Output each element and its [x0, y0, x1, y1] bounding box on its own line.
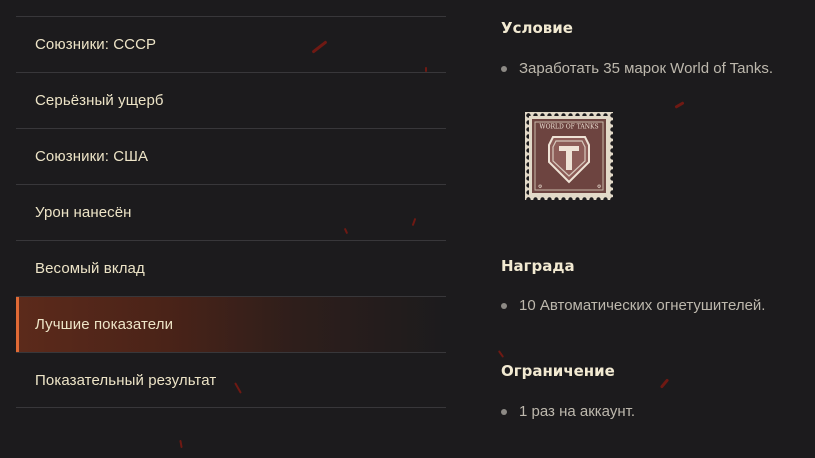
condition-text: Заработать 35 марок World of Tanks. [519, 60, 774, 77]
condition-section: Условие [501, 19, 573, 37]
menu-item-demonstrative-result[interactable]: Показательный результат [16, 352, 446, 408]
bullet-icon [501, 65, 507, 72]
reward-title: Награда [501, 257, 575, 275]
menu-item-label: Урон нанесён [35, 204, 132, 221]
svg-text:⚙: ⚙ [538, 184, 543, 190]
menu-item-damage-dealt[interactable]: Урон нанесён [16, 184, 446, 240]
reward-section: Награда [501, 257, 575, 275]
menu-item-allies-usa[interactable]: Союзники: США [16, 128, 446, 184]
spark-decoration [659, 378, 670, 389]
limit-item: 1 раз на аккаунт. [501, 403, 635, 420]
menu-item-label: Серьёзный ущерб [35, 92, 164, 109]
menu-item-label: Союзники: США [35, 148, 149, 165]
world-of-tanks-stamp-icon: WORLD OF TANKS ⚙ ⚙ [525, 112, 613, 200]
menu-item-allies-ussr[interactable]: Союзники: СССР [16, 16, 446, 72]
bullet-icon [501, 302, 507, 309]
menu-item-significant-contribution[interactable]: Весомый вклад [16, 240, 446, 296]
svg-text:⚙: ⚙ [597, 184, 602, 190]
limit-section: Ограничение [501, 362, 615, 380]
reward-text: 10 Автоматических огнетушителей. [519, 297, 766, 314]
menu-item-label: Лучшие показатели [35, 316, 174, 333]
menu-item-best-results[interactable]: Лучшие показатели [16, 296, 446, 352]
menu-item-label: Показательный результат [35, 371, 217, 389]
spark-decoration [674, 101, 685, 109]
menu-item-serious-damage[interactable]: Серьёзный ущерб [16, 72, 446, 128]
condition-title: Условие [501, 19, 573, 37]
limit-title: Ограничение [501, 362, 615, 380]
menu-item-label: Весомый вклад [35, 260, 145, 277]
spark-decoration [497, 350, 505, 358]
stamp-text: WORLD OF TANKS [539, 124, 598, 131]
bullet-icon [501, 408, 507, 415]
condition-item: Заработать 35 марок World of Tanks. [501, 60, 773, 77]
spark-decoration [179, 439, 183, 449]
menu-item-label: Союзники: СССР [35, 36, 157, 53]
limit-text: 1 раз на аккаунт. [519, 403, 635, 420]
achievement-menu: Союзники: СССР Серьёзный ущерб Союзники:… [16, 16, 446, 408]
reward-item: 10 Автоматических огнетушителей. [501, 297, 765, 314]
